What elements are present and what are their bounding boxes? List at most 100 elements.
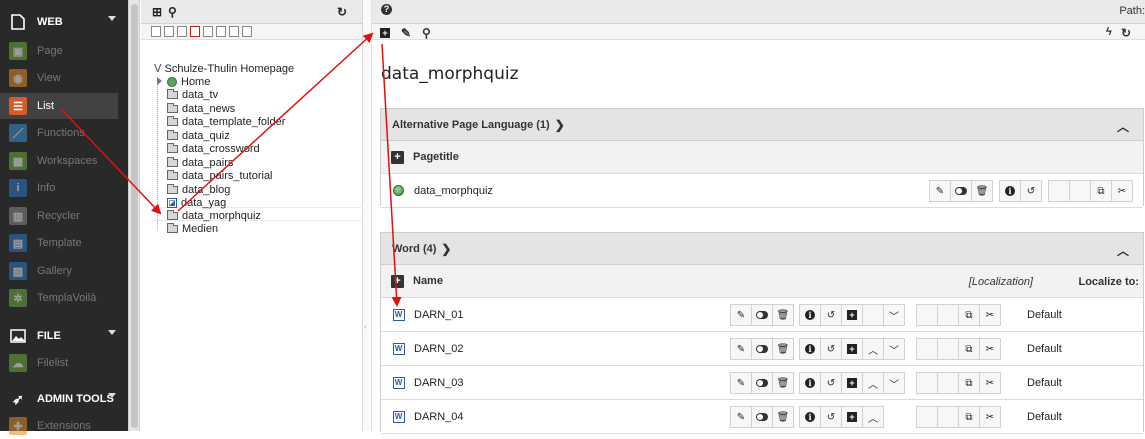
- divider-page-icon[interactable]: [242, 26, 252, 37]
- tree-node[interactable]: ◪ data_yag: [167, 196, 226, 209]
- refresh-icon[interactable]: ↻: [1121, 26, 1131, 40]
- module-item-recycler[interactable]: ▥ Recycler: [0, 203, 118, 229]
- tree-node-selected[interactable]: data_morphquiz: [167, 209, 261, 222]
- lightning-icon[interactable]: ϟ: [1106, 26, 1112, 38]
- module-item-page[interactable]: ▣ Page: [0, 38, 118, 64]
- edit-button[interactable]: ✎: [730, 338, 752, 360]
- word-record-icon[interactable]: W: [392, 342, 405, 355]
- module-group-admin-tools[interactable]: ➶ ADMIN TOOLS: [0, 385, 128, 413]
- splitter-grip-icon[interactable]: ‹: [364, 322, 370, 342]
- move-down-button[interactable]: ﹀: [883, 304, 905, 326]
- tree-root[interactable]: Ⅴ Schulze-Thulin Homepage: [154, 62, 294, 76]
- history-button[interactable]: ↺: [820, 304, 842, 326]
- row-title[interactable]: DARN_04: [414, 411, 464, 423]
- module-item-templavoila[interactable]: ✲ TemplaVoilà: [0, 285, 118, 311]
- page-type-icon[interactable]: [190, 26, 200, 37]
- module-item-list[interactable]: ☰ List: [0, 93, 118, 119]
- new-record-icon[interactable]: +: [380, 25, 390, 39]
- row-title[interactable]: DARN_03: [414, 377, 464, 389]
- word-record-icon[interactable]: W: [392, 376, 405, 389]
- expand-arrow-icon[interactable]: [157, 77, 162, 85]
- panel-splitter[interactable]: ‹: [363, 0, 372, 431]
- module-item-functions[interactable]: ／ Functions: [0, 120, 118, 146]
- info-button[interactable]: i: [799, 304, 821, 326]
- help-icon[interactable]: ?: [381, 4, 392, 15]
- move-down-button[interactable]: ﹀: [883, 338, 905, 360]
- copy-button[interactable]: ⧉: [958, 372, 980, 394]
- new-after-button[interactable]: +: [841, 304, 863, 326]
- toggle-visibility-button[interactable]: [751, 304, 773, 326]
- edit-button[interactable]: ✎: [730, 406, 752, 428]
- module-item-info[interactable]: i Info: [0, 175, 118, 201]
- tree-node[interactable]: data_blog: [167, 183, 230, 196]
- word-record-icon[interactable]: W: [392, 308, 405, 321]
- delete-button[interactable]: 🗑: [772, 372, 794, 394]
- module-menu-scrollbar[interactable]: [128, 0, 140, 431]
- toggle-visibility-button[interactable]: [751, 406, 773, 428]
- history-button[interactable]: ↺: [1020, 180, 1042, 202]
- cut-button[interactable]: ✂: [979, 406, 1001, 428]
- copy-button[interactable]: ⧉: [958, 406, 980, 428]
- search-icon[interactable]: ⚲: [168, 5, 177, 19]
- module-item-workspaces[interactable]: ▦ Workspaces: [0, 148, 118, 174]
- module-item-template[interactable]: ▤ Template: [0, 230, 118, 256]
- module-item-view[interactable]: ◉ View: [0, 65, 118, 91]
- page-type-icon[interactable]: [151, 26, 161, 37]
- toggle-visibility-button[interactable]: [751, 372, 773, 394]
- delete-button[interactable]: 🗑: [772, 406, 794, 428]
- move-up-button[interactable]: ︿: [862, 372, 884, 394]
- tree-node-home[interactable]: Home: [157, 75, 210, 88]
- cut-button[interactable]: ✂: [979, 372, 1001, 394]
- module-group-web[interactable]: WEB: [0, 8, 128, 36]
- cut-button[interactable]: ✂: [1111, 180, 1133, 202]
- add-record-icon[interactable]: +: [391, 150, 404, 164]
- copy-button[interactable]: ⧉: [1090, 180, 1112, 202]
- tree-node[interactable]: data_pairs: [167, 156, 233, 169]
- info-button[interactable]: i: [999, 180, 1021, 202]
- module-item-gallery[interactable]: ▨ Gallery: [0, 258, 118, 284]
- new-page-icon[interactable]: ⊞: [152, 5, 162, 19]
- row-title[interactable]: DARN_02: [414, 343, 464, 355]
- tree-node[interactable]: Medien: [167, 222, 218, 235]
- history-button[interactable]: ↺: [820, 406, 842, 428]
- new-after-button[interactable]: +: [841, 338, 863, 360]
- page-type-icon[interactable]: [164, 26, 174, 37]
- module-item-filelist[interactable]: ☁ Filelist: [0, 350, 118, 376]
- edit-button[interactable]: ✎: [730, 304, 752, 326]
- collapse-chevron-icon[interactable]: ︿: [1117, 118, 1129, 135]
- edit-button[interactable]: ✎: [929, 180, 951, 202]
- info-button[interactable]: i: [799, 406, 821, 428]
- folder-page-icon[interactable]: [216, 26, 226, 37]
- scrollbar-thumb[interactable]: [131, 4, 138, 428]
- module-item-extensions[interactable]: ✚ Extensions: [0, 413, 118, 439]
- module-group-file[interactable]: FILE: [0, 322, 128, 350]
- copy-button[interactable]: ⧉: [958, 338, 980, 360]
- move-up-button[interactable]: ︿: [862, 338, 884, 360]
- cut-button[interactable]: ✂: [979, 338, 1001, 360]
- word-header[interactable]: Word (4) ❯ ︿: [381, 233, 1143, 265]
- cut-button[interactable]: ✂: [979, 304, 1001, 326]
- move-down-button[interactable]: ﹀: [883, 372, 905, 394]
- delete-button[interactable]: 🗑: [772, 338, 794, 360]
- alt-lang-header[interactable]: Alternative Page Language (1) ❯ ︿: [381, 109, 1143, 141]
- toggle-visibility-button[interactable]: [950, 180, 972, 202]
- new-after-button[interactable]: +: [841, 406, 863, 428]
- tree-node[interactable]: data_pairs_tutorial: [167, 170, 273, 183]
- move-up-button[interactable]: ︿: [862, 406, 884, 428]
- tree-node[interactable]: data_crossword: [167, 143, 260, 156]
- page-language-icon[interactable]: [392, 184, 405, 197]
- link-page-icon[interactable]: [203, 26, 213, 37]
- recycler-page-icon[interactable]: [229, 26, 239, 37]
- collapse-chevron-icon[interactable]: ︿: [1117, 242, 1129, 259]
- tree-node[interactable]: data_news: [167, 102, 235, 115]
- history-button[interactable]: ↺: [820, 372, 842, 394]
- search-icon[interactable]: ⚲: [422, 26, 431, 40]
- word-record-icon[interactable]: W: [392, 410, 405, 423]
- new-after-button[interactable]: +: [841, 372, 863, 394]
- add-record-icon[interactable]: +: [391, 274, 404, 288]
- delete-button[interactable]: 🗑: [772, 304, 794, 326]
- info-button[interactable]: i: [799, 372, 821, 394]
- copy-button[interactable]: ⧉: [958, 304, 980, 326]
- info-button[interactable]: i: [799, 338, 821, 360]
- toggle-visibility-button[interactable]: [751, 338, 773, 360]
